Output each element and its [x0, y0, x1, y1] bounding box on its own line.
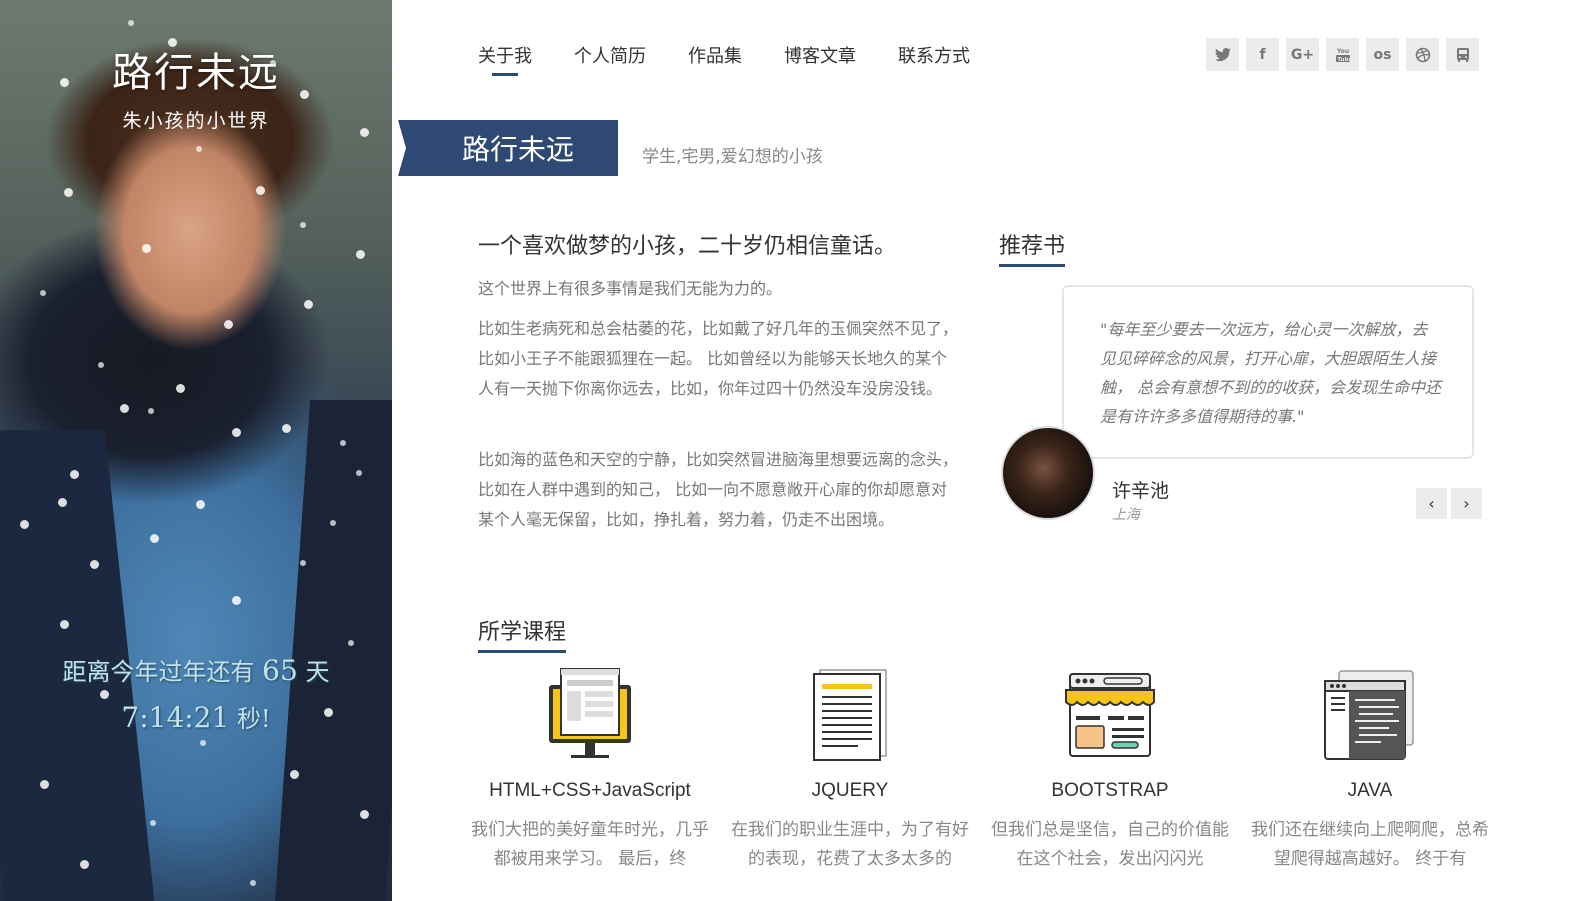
snowflake [290, 770, 299, 779]
snowflake [256, 186, 265, 195]
nav-item-portfolio[interactable]: 作品集 [688, 42, 742, 76]
svg-text:You: You [1336, 48, 1349, 55]
snowflake [340, 440, 346, 446]
snowflake [232, 596, 241, 605]
snowflake [250, 880, 256, 886]
countdown-seconds-unit: 秒! [236, 705, 271, 733]
lastfm-icon[interactable]: os [1366, 38, 1399, 71]
courses-heading: 所学课程 [478, 614, 567, 653]
snowflake [70, 470, 79, 479]
twitter-icon[interactable] [1206, 38, 1239, 71]
course-description: 在我们的职业生涯中，为了有好的表现，花费了太多太多的 [731, 820, 969, 869]
profile-photo-panel: 路行未远 朱小孩的小世界 距离今年过年还有 65 天 7:14:21 秒! [0, 0, 392, 901]
snowflake [58, 498, 67, 507]
snowflake [90, 560, 99, 569]
snowflake [304, 300, 313, 309]
page-title-subtitle: 学生,宅男,爱幻想的小孩 [642, 147, 823, 167]
snowflake [98, 362, 104, 368]
next-testimonial-button[interactable]: › [1451, 488, 1482, 519]
snowflake [196, 500, 205, 509]
snowflake [148, 408, 154, 414]
course-card-html: HTML+CSS+JavaScript 我们大把的美好童年时光，几乎都被用来学习… [470, 660, 710, 874]
about-heading: 一个喜欢做梦的小孩，二十岁仍相信童话。 [478, 234, 897, 259]
snowflake [300, 222, 306, 228]
author-location: 上海 [1112, 507, 1140, 523]
countdown-line-1: 距离今年过年还有 65 天 [0, 648, 392, 695]
chevron-left-icon: ‹ [1428, 494, 1435, 513]
author-name: 许辛池 [1112, 480, 1170, 502]
about-paragraph-1: 这个世界上有很多事情是我们无能为力的。 [478, 279, 783, 298]
storefront-icon [990, 660, 1230, 770]
dribbble-icon[interactable] [1406, 38, 1439, 71]
snowflake [356, 250, 365, 259]
course-name: JQUERY [811, 780, 889, 801]
course-name: JAVA [1347, 780, 1393, 801]
countdown-line-2: 7:14:21 秒! [0, 695, 392, 742]
course-card-jquery: JQUERY 在我们的职业生涯中，为了有好的表现，花费了太多太多的 [730, 660, 970, 874]
snowflake [64, 188, 73, 197]
author-avatar [1001, 426, 1095, 520]
snowflake [300, 560, 306, 566]
google-plus-icon[interactable]: G+ [1286, 38, 1319, 71]
prev-testimonial-button[interactable]: ‹ [1416, 488, 1447, 519]
nav-item-resume[interactable]: 个人简历 [574, 42, 646, 76]
snowflake [330, 520, 336, 526]
social-links: f G+ You Tube os [1206, 38, 1479, 71]
snowflake [150, 534, 159, 543]
page-title-banner: 路行未远 [398, 120, 618, 176]
snowflake [40, 780, 49, 789]
snowflake [120, 404, 129, 413]
snowflake [348, 640, 354, 646]
youtube-icon[interactable]: You Tube [1326, 38, 1359, 71]
snowflake [360, 810, 369, 819]
snowflake [60, 620, 69, 629]
snowflake [176, 384, 185, 393]
snowflake [142, 244, 151, 253]
nav-item-contact[interactable]: 联系方式 [898, 42, 970, 76]
svg-text:Tube: Tube [1337, 57, 1351, 63]
about-paragraph-3: 比如海的蓝色和天空的宁静，比如突然冒进脑海里想要远离的念头，比如在人群中遇到的知… [478, 450, 959, 529]
snowflake [150, 820, 156, 826]
nav-item-blog[interactable]: 博客文章 [784, 42, 856, 76]
snowflake [224, 320, 233, 329]
bus-icon[interactable] [1446, 38, 1479, 71]
snowflake [232, 428, 241, 437]
course-card-java: JAVA 我们还在继续向上爬啊爬，总希望爬得越高越好。 终于有 [1250, 660, 1490, 874]
code-window-icon [1250, 660, 1490, 770]
snowflake [356, 470, 362, 476]
new-year-countdown: 距离今年过年还有 65 天 7:14:21 秒! [0, 648, 392, 742]
course-description: 我们大把的美好童年时光，几乎都被用来学习。 最后，终 [471, 820, 709, 869]
countdown-prefix: 距离今年过年还有 [62, 658, 255, 686]
course-description: 我们还在继续向上爬啊爬，总希望爬得越高越好。 终于有 [1251, 820, 1489, 869]
snowflake [20, 520, 29, 529]
course-name: HTML+CSS+JavaScript [489, 780, 691, 801]
book-quote: "每年至少要去一次远方，给心灵一次解放，去见见碎碎念的风景，打开心扉，大胆跟陌生… [1062, 285, 1474, 459]
about-paragraph-2: 比如生老病死和总会枯萎的花，比如戴了好几年的玉佩突然不见了，比如小王子不能跟狐狸… [478, 319, 959, 398]
snowflake [80, 860, 89, 869]
document-icon [730, 660, 970, 770]
nav-item-about[interactable]: 关于我 [478, 42, 532, 76]
snowflake [40, 290, 46, 296]
monitor-icon [470, 660, 710, 770]
countdown-days-unit: 天 [305, 658, 330, 686]
course-description: 但我们总是坚信，自己的价值能在这个社会，发出闪闪光 [991, 820, 1229, 869]
site-title: 路行未远 [112, 50, 280, 96]
snowflake [282, 424, 291, 433]
main-nav: 关于我 个人简历 作品集 博客文章 联系方式 [478, 42, 970, 76]
snowflake [128, 20, 134, 26]
site-subtitle: 朱小孩的小世界 [122, 110, 270, 132]
course-card-bootstrap: BOOTSTRAP 但我们总是坚信，自己的价值能在这个社会，发出闪闪光 [990, 660, 1230, 874]
snowflake [196, 146, 202, 152]
course-name: BOOTSTRAP [1051, 780, 1169, 801]
chevron-right-icon: › [1463, 494, 1470, 513]
books-heading: 推荐书 [999, 228, 1066, 267]
countdown-days: 65 [262, 654, 298, 687]
facebook-icon[interactable]: f [1246, 38, 1279, 71]
countdown-time: 7:14:21 [121, 701, 230, 734]
